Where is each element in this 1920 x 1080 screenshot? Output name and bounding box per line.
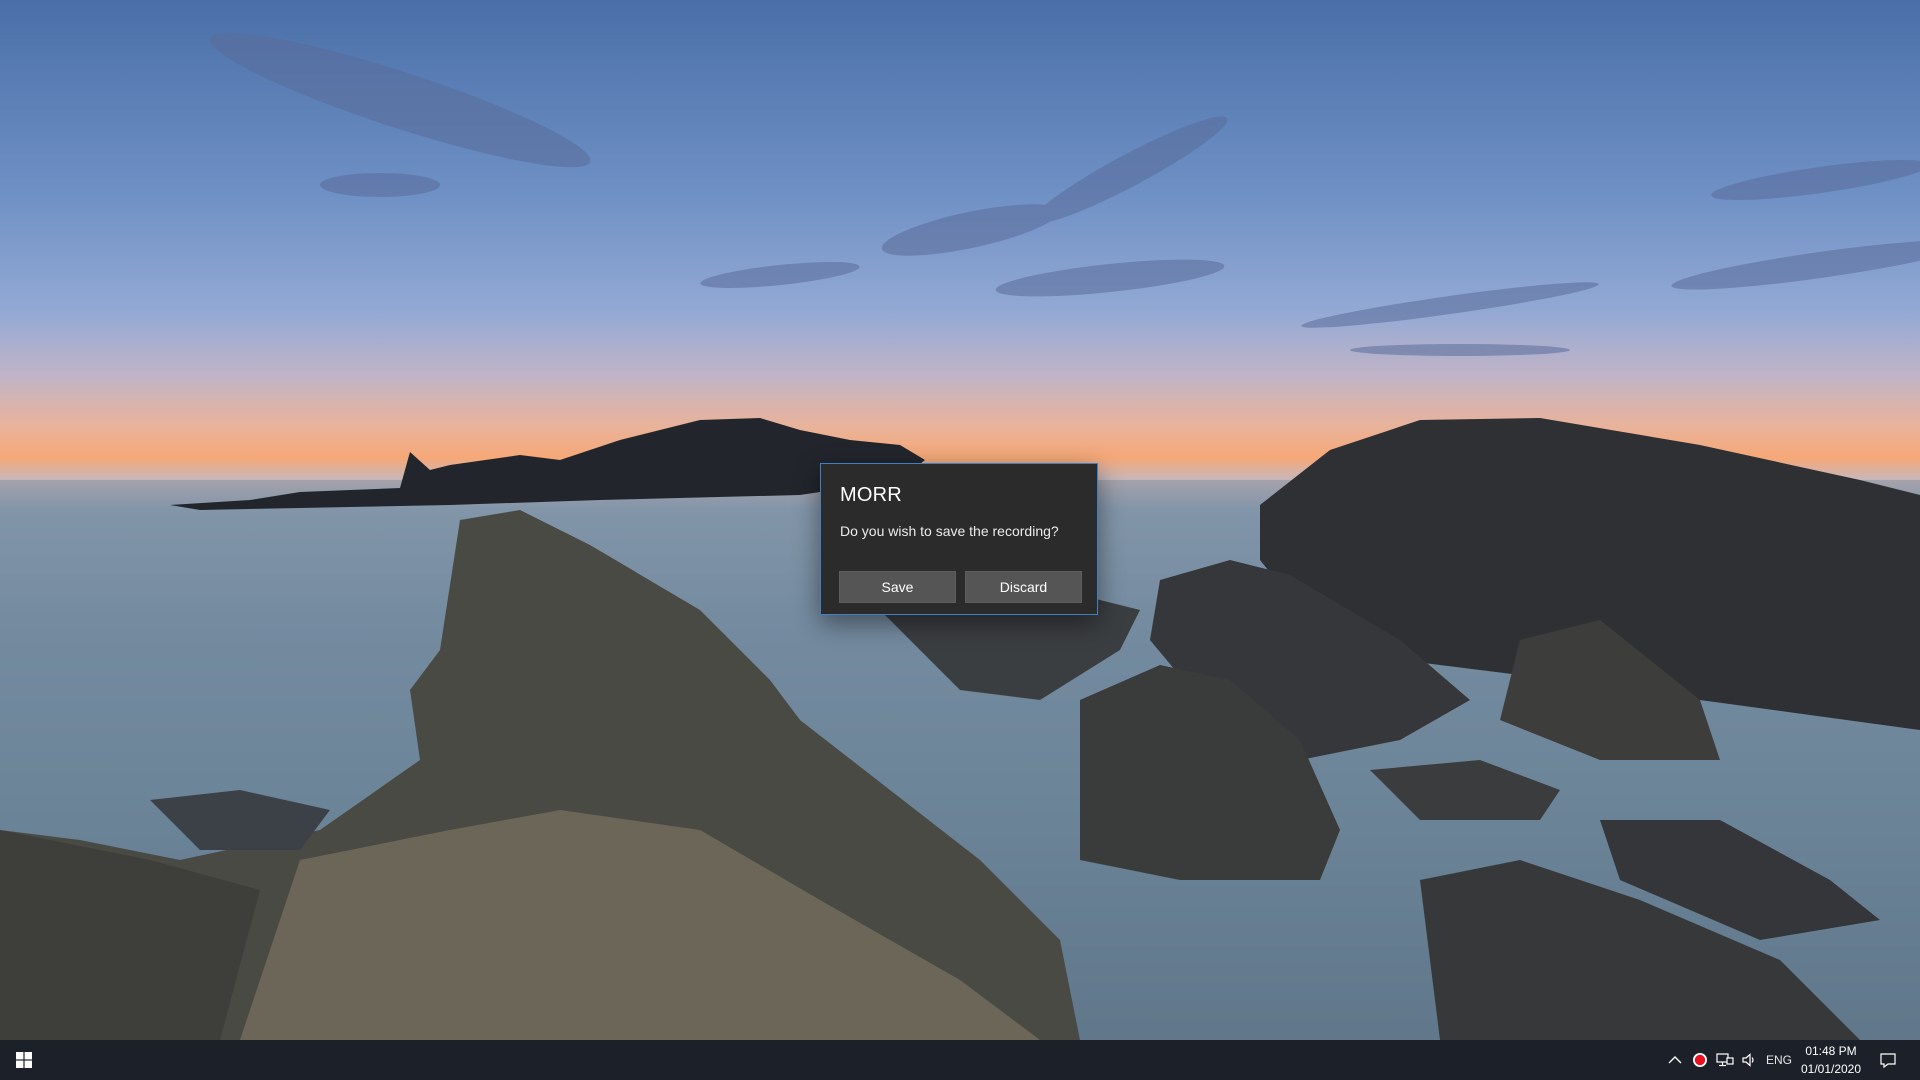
clock-date: 01/01/2020 bbox=[1800, 1062, 1862, 1076]
desktop: MORR Do you wish to save the recording? … bbox=[0, 0, 1920, 1040]
show-hidden-icons-button[interactable] bbox=[1665, 1040, 1685, 1080]
clock[interactable]: 01:48 PM 01/01/2020 bbox=[1796, 1040, 1866, 1080]
discard-button[interactable]: Discard bbox=[965, 571, 1082, 603]
start-button[interactable] bbox=[0, 1040, 48, 1080]
taskbar: ENG 01:48 PM 01/01/2020 bbox=[0, 1040, 1920, 1080]
record-icon bbox=[1693, 1053, 1707, 1067]
action-center-icon bbox=[1880, 1053, 1896, 1069]
save-recording-dialog: MORR Do you wish to save the recording? … bbox=[820, 463, 1098, 615]
windows-logo-icon bbox=[16, 1052, 32, 1068]
recording-tray-button[interactable] bbox=[1689, 1040, 1711, 1080]
action-center-button[interactable] bbox=[1872, 1040, 1904, 1080]
network-tray-button[interactable] bbox=[1714, 1040, 1736, 1080]
speaker-icon bbox=[1742, 1053, 1754, 1067]
dialog-message: Do you wish to save the recording? bbox=[840, 523, 1059, 539]
chevron-up-icon bbox=[1668, 1056, 1682, 1064]
save-button[interactable]: Save bbox=[839, 571, 956, 603]
dialog-title: MORR bbox=[840, 484, 902, 506]
network-icon bbox=[1716, 1053, 1734, 1067]
input-language-indicator[interactable]: ENG bbox=[1762, 1040, 1796, 1080]
clock-time: 01:48 PM bbox=[1805, 1044, 1857, 1058]
volume-tray-button[interactable] bbox=[1738, 1040, 1760, 1080]
